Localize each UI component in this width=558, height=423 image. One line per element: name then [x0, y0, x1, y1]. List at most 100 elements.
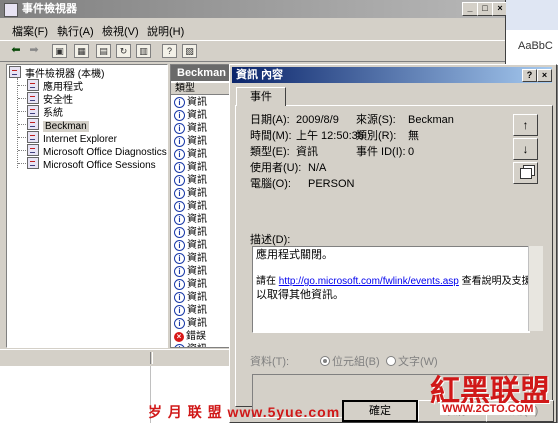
list-item[interactable]: i資訊	[174, 304, 207, 317]
info-icon: i	[174, 162, 185, 173]
help-icon[interactable]: ?	[162, 44, 177, 58]
console-icon[interactable]: ▧	[182, 44, 197, 58]
tree-root[interactable]: 事件檢視器 (本機)	[9, 66, 104, 80]
copy-button[interactable]	[513, 162, 538, 184]
menu-view[interactable]: 檢視(V)	[102, 23, 139, 39]
list-item-type: 資訊	[187, 123, 207, 134]
column-header-type[interactable]: 類型	[171, 83, 231, 95]
list-item-type: 資訊	[187, 279, 207, 290]
list-item-type: 資訊	[187, 344, 207, 347]
description-line-3: 以取得其他資訊。	[256, 289, 344, 301]
list-item[interactable]: i資訊	[174, 148, 207, 161]
list-item[interactable]: i資訊	[174, 161, 207, 174]
radio-bytes-label: 位元組(B)	[332, 356, 380, 368]
tree-item-internet-explorer[interactable]: Internet Explorer	[27, 131, 117, 145]
list-item-type: 資訊	[187, 253, 207, 264]
list-header-title: Beckman	[171, 65, 231, 81]
computer-label: 電腦(O):	[250, 178, 291, 190]
tab-event[interactable]: 事件	[236, 87, 286, 106]
info-icon: i	[174, 344, 185, 347]
info-icon: i	[174, 110, 185, 121]
list-item[interactable]: × 錯誤	[174, 330, 206, 343]
list-item[interactable]: i資訊	[174, 122, 207, 135]
tree-item-office-sessions[interactable]: Microsoft Office Sessions	[27, 157, 156, 171]
list-item-type: 資訊	[187, 175, 207, 186]
list-item[interactable]: i資訊	[174, 200, 207, 213]
tree-item-office-diagnostics[interactable]: Microsoft Office Diagnostics	[27, 144, 167, 158]
tree-item-beckman[interactable]: Beckman	[27, 118, 89, 132]
type-value: 資訊	[296, 146, 318, 158]
description-textbox[interactable]: 應用程式關閉。 請在 http://go.microsoft.com/fwlin…	[252, 246, 530, 333]
list-item[interactable]: i資訊	[174, 213, 207, 226]
description-scrollbar[interactable]	[528, 246, 543, 331]
info-icon: i	[174, 97, 185, 108]
copy-icon	[519, 168, 532, 179]
watermark-left: 岁 月 联 盟 www.5yue.com	[148, 404, 341, 420]
list-item-type: 資訊	[187, 214, 207, 225]
list-item-type: 資訊	[187, 201, 207, 212]
list-item[interactable]: i資訊	[174, 317, 207, 330]
list-item-type: 資訊	[187, 240, 207, 251]
event-id-value: 0	[408, 146, 415, 158]
time-label: 時間(M):	[250, 130, 292, 142]
maximize-button[interactable]: □	[477, 2, 493, 16]
list-item[interactable]: i資訊	[174, 109, 207, 122]
radio-bytes[interactable]: 位元組(B)	[320, 356, 380, 369]
list-item[interactable]: i資訊	[174, 174, 207, 187]
menu-help[interactable]: 說明(H)	[147, 23, 184, 39]
error-icon: ×	[174, 332, 184, 342]
ok-button[interactable]: 確定	[342, 400, 418, 422]
previous-event-button[interactable]: ↑	[513, 114, 538, 136]
info-icon: i	[174, 266, 185, 277]
event-viewer-icon	[9, 66, 21, 78]
tree-item-security[interactable]: 安全性	[27, 92, 73, 106]
source-value: Beckman	[408, 114, 454, 126]
main-title-bar[interactable]: 事件檢視器 _ □ ×	[0, 0, 508, 18]
menu-action[interactable]: 執行(A)	[57, 23, 94, 39]
app-icon	[4, 3, 18, 17]
menu-file[interactable]: 檔案(F)	[12, 23, 48, 39]
dialog-title-bar[interactable]: 資訊 內容 ? ×	[232, 67, 552, 83]
list-item[interactable]: i資訊	[174, 291, 207, 304]
properties-icon[interactable]: ▤	[96, 44, 111, 58]
info-icon: i	[174, 123, 185, 134]
list-item-type: 資訊	[187, 162, 207, 173]
list-item[interactable]: i資訊	[174, 239, 207, 252]
tree-pane[interactable]: 事件檢視器 (本機) 應用程式 安全性 系統 Beckman Internet …	[6, 64, 168, 348]
description-suffix: 查看說明及支援中心，	[461, 276, 530, 287]
export-icon[interactable]: ▥	[136, 44, 151, 58]
log-icon	[27, 92, 39, 104]
tree-item-application[interactable]: 應用程式	[27, 79, 83, 93]
info-icon: i	[174, 227, 185, 238]
back-arrow-icon[interactable]: ⬅	[8, 43, 24, 58]
up-folder-icon[interactable]: ▣	[52, 44, 67, 58]
log-icon	[27, 105, 39, 117]
dialog-help-button[interactable]: ?	[522, 69, 537, 82]
list-item[interactable]: i資訊	[174, 96, 207, 109]
show-tree-icon[interactable]: ▦	[74, 44, 89, 58]
info-icon: i	[174, 305, 185, 316]
info-icon: i	[174, 318, 185, 329]
next-event-button[interactable]: ↓	[513, 138, 538, 160]
info-icon: i	[174, 201, 185, 212]
forward-arrow-icon[interactable]: ➡	[26, 43, 42, 58]
watermark-right-small: WWW.2CTO.COM	[440, 403, 536, 415]
list-item[interactable]: i資訊	[174, 187, 207, 200]
info-icon: i	[174, 149, 185, 160]
list-item[interactable]: i資訊	[174, 278, 207, 291]
list-item[interactable]: i資訊	[174, 226, 207, 239]
help-link[interactable]: http://go.microsoft.com/fwlink/events.as…	[279, 276, 459, 287]
radio-dot	[386, 356, 396, 366]
minimize-button[interactable]: _	[462, 2, 478, 16]
refresh-icon[interactable]: ↻	[116, 44, 131, 58]
info-icon: i	[174, 279, 185, 290]
list-item[interactable]: i資訊	[174, 135, 207, 148]
tree-item-system[interactable]: 系統	[27, 105, 63, 119]
category-value: 無	[408, 130, 419, 142]
list-item[interactable]: i資訊	[174, 265, 207, 278]
list-item[interactable]: i資訊	[174, 252, 207, 265]
list-item[interactable]: i資訊	[174, 343, 207, 347]
menu-bar: 檔案(F) 執行(A) 檢視(V) 說明(H)	[0, 20, 505, 38]
dialog-close-button[interactable]: ×	[537, 69, 552, 82]
event-list-pane[interactable]: Beckman 類型 i 資訊 i 資訊 i 資訊 i 資訊 i 資訊 i 資訊 i 資訊 i 資訊 i 資訊 i 資…	[170, 64, 232, 348]
